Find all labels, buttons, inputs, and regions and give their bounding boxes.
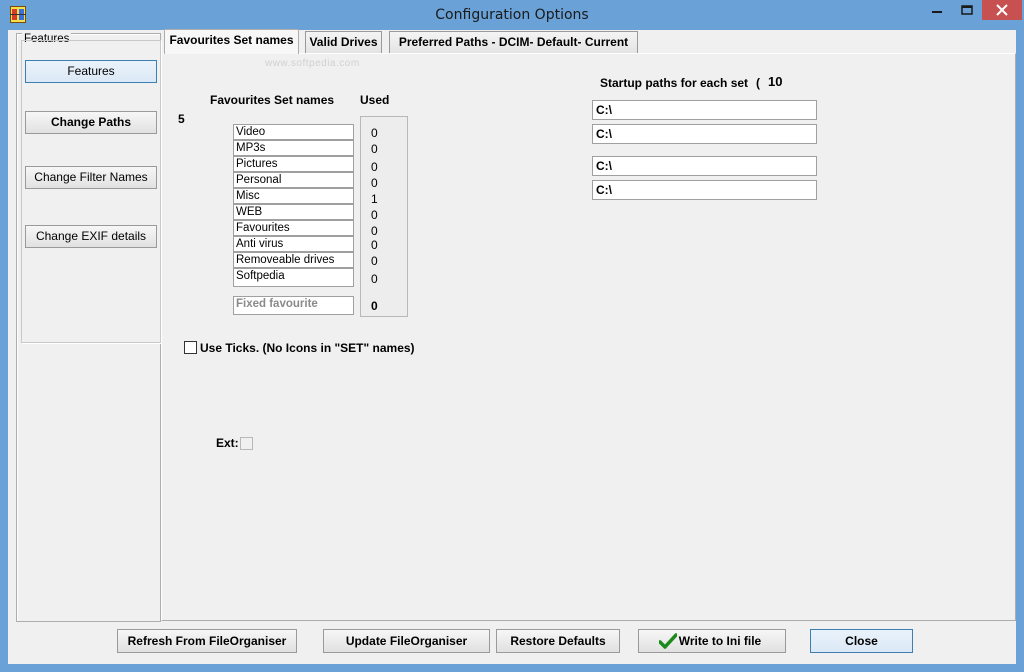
list-item[interactable]: Anti virus <box>233 236 354 252</box>
used-count: 0 <box>371 224 378 238</box>
fixed-favourite-field: Fixed favourite <box>233 296 354 315</box>
features-button[interactable]: Features <box>25 60 157 83</box>
used-count: 0 <box>371 208 378 222</box>
change-paths-button[interactable]: Change Paths <box>25 111 157 134</box>
restore-defaults-button[interactable]: Restore Defaults <box>496 629 620 653</box>
used-count: 0 <box>371 160 378 174</box>
tab-favourites-set-names[interactable]: Favourites Set names <box>164 29 299 54</box>
startup-count: 10 <box>768 74 783 89</box>
list-item[interactable]: Favourites <box>233 220 354 236</box>
features-inner-panel: Features Change Paths Change Filter Name… <box>21 40 161 343</box>
close-button[interactable]: Close <box>810 629 913 653</box>
list-item[interactable]: Pictures <box>233 156 354 172</box>
tab-valid-drives[interactable]: Valid Drives <box>305 31 382 53</box>
dialog-client: Features Features Change Paths Change Fi… <box>8 29 1016 664</box>
close-icon <box>996 4 1008 16</box>
used-count: 0 <box>371 254 378 268</box>
use-ticks-checkbox[interactable] <box>184 341 197 354</box>
used-count: 0 <box>371 142 378 156</box>
list-item[interactable]: WEB <box>233 204 354 220</box>
minimize-button[interactable] <box>922 0 952 22</box>
favourites-count: 5 <box>178 112 185 126</box>
used-column <box>360 116 408 317</box>
use-ticks-label: Use Ticks. (No Icons in "SET" names) <box>200 341 415 355</box>
used-count: 1 <box>371 192 378 206</box>
tab-panel: www.softpedia.com Favourites Set names U… <box>161 53 1016 621</box>
favourites-header: Favourites Set names <box>210 93 335 107</box>
change-exif-details-button[interactable]: Change EXIF details <box>25 225 157 248</box>
startup-path-field[interactable]: C:\ <box>592 156 817 176</box>
ext-checkbox[interactable] <box>240 437 253 450</box>
used-count: 0 <box>371 272 378 286</box>
update-button[interactable]: Update FileOrganiser <box>323 629 490 653</box>
checkmark-icon <box>659 633 677 649</box>
write-ini-label: Write to Ini file <box>678 634 762 648</box>
features-group: Features Features Change Paths Change Fi… <box>16 33 161 622</box>
list-item[interactable]: Video <box>233 124 354 140</box>
list-item[interactable]: Removeable drives <box>233 252 354 268</box>
maximize-button[interactable] <box>952 0 982 22</box>
used-count: 0 <box>371 238 378 252</box>
startup-paren: ( <box>756 76 760 90</box>
window-title: Configuration Options <box>435 7 589 23</box>
used-count: 0 <box>371 126 378 140</box>
write-ini-button[interactable]: Write to Ini file <box>638 629 786 653</box>
used-count: 0 <box>371 176 378 190</box>
startup-path-field[interactable]: C:\ <box>592 100 817 120</box>
startup-path-field[interactable]: C:\ <box>592 180 817 200</box>
list-item[interactable]: Personal <box>233 172 354 188</box>
list-item[interactable]: Softpedia <box>233 268 354 287</box>
startup-paths-label: Startup paths for each set <box>600 76 749 90</box>
change-filter-names-button[interactable]: Change Filter Names <box>25 166 157 189</box>
list-item[interactable]: Misc <box>233 188 354 204</box>
startup-path-field[interactable]: C:\ <box>592 124 817 144</box>
tab-preferred-paths[interactable]: Preferred Paths - DCIM- Default- Current <box>389 31 638 53</box>
close-window-button[interactable] <box>982 0 1022 20</box>
list-item[interactable]: MP3s <box>233 140 354 156</box>
used-header: Used <box>360 93 390 107</box>
ext-label: Ext: <box>216 436 239 450</box>
refresh-button[interactable]: Refresh From FileOrganiser <box>117 629 297 653</box>
fixed-used-count: 0 <box>371 299 378 313</box>
watermark-text: www.softpedia.com <box>265 58 360 69</box>
